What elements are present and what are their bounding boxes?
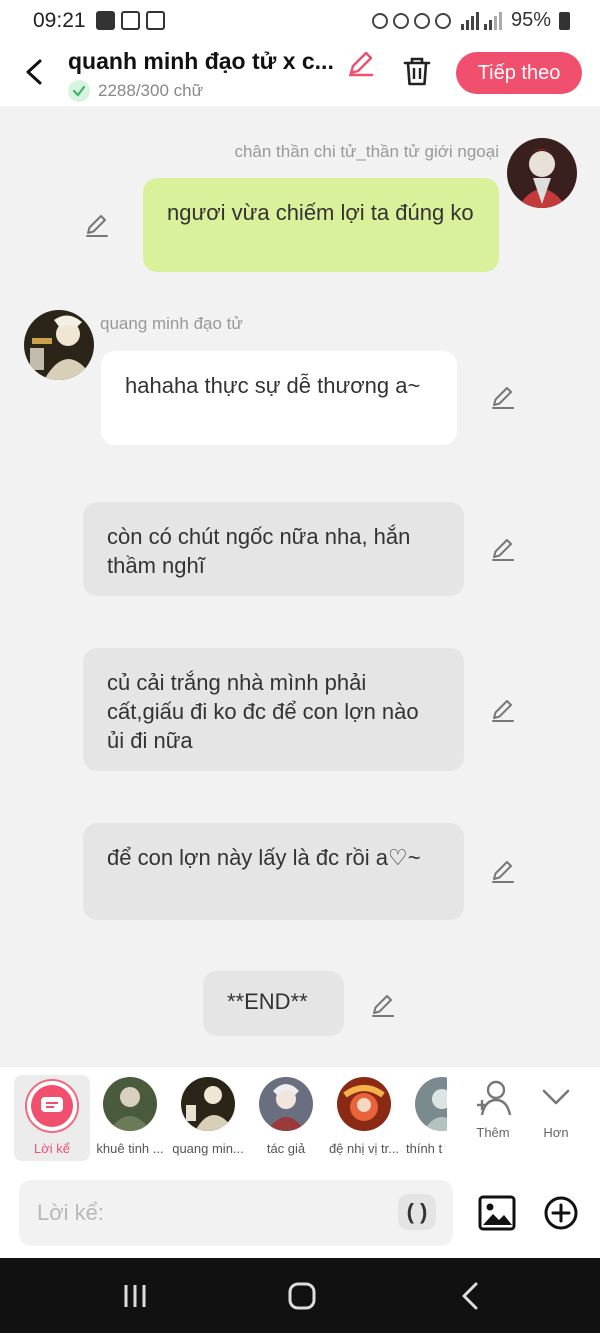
edit-pencil-icon[interactable]	[490, 384, 516, 410]
avatar[interactable]	[24, 310, 94, 380]
translate-icon	[121, 11, 140, 30]
character-item[interactable]: quang min...	[169, 1073, 247, 1156]
character-label: khuê tinh ...	[96, 1141, 164, 1156]
mute-icon	[392, 12, 409, 29]
character-bar: Lời kể khuê tinh ... quang min... tác gi…	[0, 1066, 600, 1168]
message-bubble[interactable]: hahaha thực sự dễ thương a~	[101, 351, 457, 445]
word-count-text: 2288/300 chữ	[98, 81, 203, 100]
back-arrow-icon[interactable]	[22, 58, 50, 86]
edit-pencil-icon[interactable]	[84, 212, 110, 238]
youtube-icon	[146, 11, 165, 30]
back-icon[interactable]	[454, 1280, 488, 1312]
narration-bubble[interactable]: để con lợn này lấy là đc rồi a♡~	[83, 823, 464, 920]
check-icon	[68, 80, 90, 102]
status-left-icons	[96, 11, 165, 30]
input-row: ( )	[0, 1168, 600, 1258]
character-avatar	[103, 1077, 157, 1131]
home-icon[interactable]	[285, 1280, 319, 1312]
wifi-call-icon	[434, 12, 451, 29]
battery-icon	[559, 11, 570, 30]
wifi-icon	[413, 12, 430, 29]
battery-percent: 95%	[510, 9, 551, 31]
trash-icon[interactable]	[400, 54, 434, 88]
alarm-icon	[371, 12, 388, 29]
speaker-name: quang minh đạo tử	[100, 314, 243, 333]
narration-input[interactable]	[19, 1180, 453, 1246]
chevron-down-icon	[542, 1089, 570, 1105]
message-bubble[interactable]: ngươi vừa chiếm lợi ta đúng ko	[143, 178, 499, 272]
character-label: đệ nhị vị tr...	[328, 1141, 400, 1156]
end-bubble[interactable]: **END**	[203, 971, 344, 1036]
more-label: Hơn	[543, 1125, 569, 1140]
next-button[interactable]: Tiếp theo	[456, 52, 582, 94]
character-item[interactable]: tác giả	[247, 1073, 325, 1156]
chat-area[interactable]: chân thần chi tử_thần tử giới ngoại ngươ…	[0, 106, 600, 1066]
character-avatar	[181, 1077, 235, 1131]
avatar[interactable]	[507, 138, 577, 208]
speaker-name: chân thần chi tử_thần tử giới ngoại	[234, 142, 499, 161]
narrator-label: Lời kể	[34, 1141, 70, 1156]
signal-icon	[460, 11, 502, 30]
edit-pencil-icon[interactable]	[490, 858, 516, 884]
image-icon	[96, 11, 115, 30]
story-header: quanh minh đạo tử x c... 2288/300 chữ Ti…	[0, 44, 600, 106]
character-label: quang min...	[172, 1141, 244, 1156]
character-avatar	[415, 1077, 447, 1131]
parentheses-button[interactable]: ( )	[398, 1194, 436, 1230]
narration-bubble[interactable]: còn có chút ngốc nữa nha, hắn thầm nghĩ	[83, 502, 464, 596]
character-avatar	[259, 1077, 313, 1131]
word-count: 2288/300 chữ	[68, 80, 203, 102]
edit-title-pencil-icon[interactable]	[346, 48, 376, 78]
character-item[interactable]: đệ nhị vị tr...	[325, 1073, 403, 1156]
status-right: 95%	[371, 9, 570, 32]
status-time: 09:21	[33, 9, 86, 32]
character-item[interactable]: thính t	[403, 1073, 447, 1156]
system-nav-bar	[0, 1258, 600, 1333]
edit-pencil-icon[interactable]	[370, 992, 396, 1018]
add-person-icon	[477, 1080, 512, 1116]
plus-circle-icon[interactable]	[543, 1195, 579, 1231]
image-icon[interactable]	[478, 1194, 516, 1232]
recent-apps-icon[interactable]	[118, 1280, 152, 1312]
add-label: Thêm	[476, 1125, 510, 1140]
edit-pencil-icon[interactable]	[490, 697, 516, 723]
character-avatar	[337, 1077, 391, 1131]
edit-pencil-icon[interactable]	[490, 536, 516, 562]
character-label: thính t	[406, 1141, 443, 1156]
status-bar: 09:21 95%	[0, 0, 600, 44]
add-character-button[interactable]: Thêm	[463, 1079, 523, 1140]
narrator-tab[interactable]: Lời kể	[14, 1075, 90, 1161]
story-title[interactable]: quanh minh đạo tử x c...	[68, 48, 334, 75]
character-label: tác giả	[266, 1141, 306, 1156]
narration-icon	[31, 1085, 73, 1127]
more-button[interactable]: Hơn	[526, 1079, 586, 1140]
narration-bubble[interactable]: củ cải trắng nhà mình phải cất,giấu đi k…	[83, 648, 464, 771]
character-item[interactable]: khuê tinh ...	[91, 1073, 169, 1156]
